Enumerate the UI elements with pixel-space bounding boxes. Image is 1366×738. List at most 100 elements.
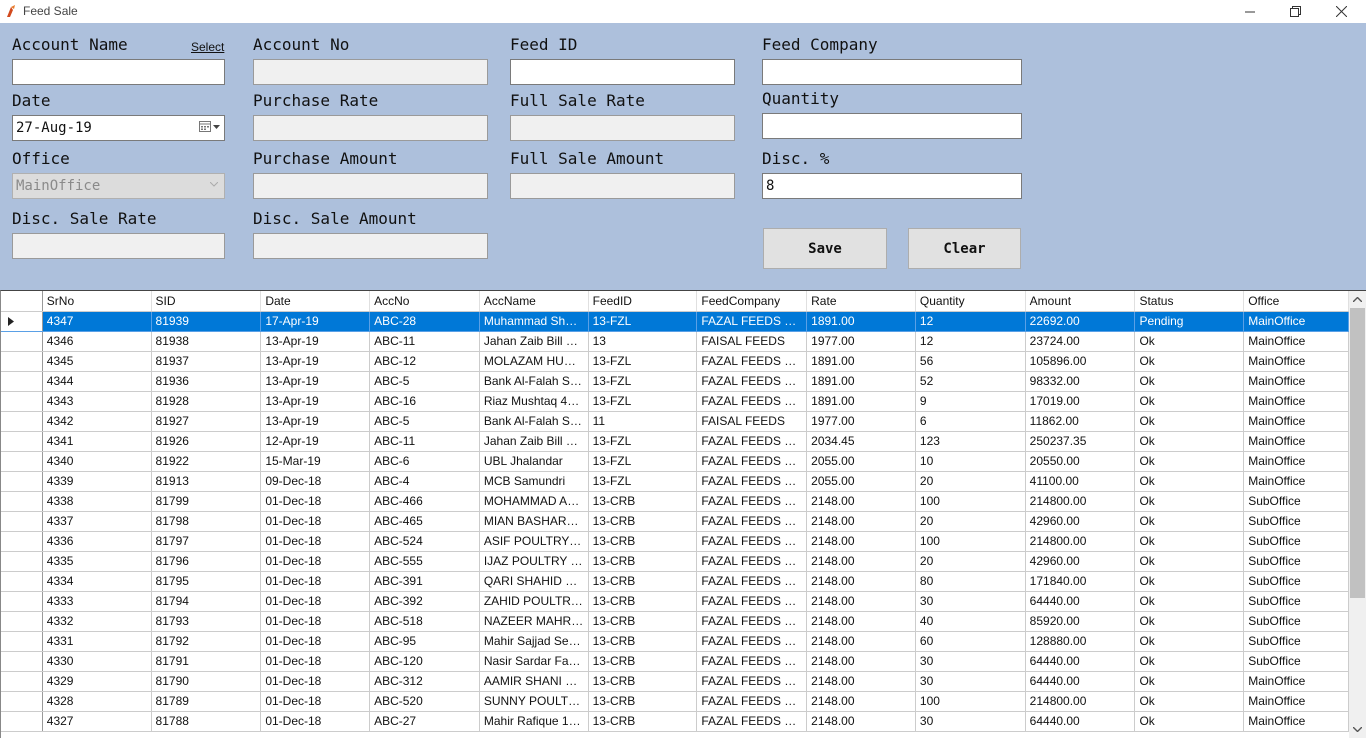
cell-date[interactable]: 01-Dec-18 [260,491,371,512]
cell-accname[interactable]: Nasir Sardar Farm ... [479,651,589,672]
cell-feedcompany[interactable]: FAZAL FEEDS SA... [696,491,808,512]
cell-feedcompany[interactable]: FAZAL FEEDS SA... [696,631,808,652]
cell-rate[interactable]: 2055.00 [806,471,916,492]
table-row[interactable]: 4345 81937 13-Apr-19 ABC-12 MOLAZAM HUSS... 1… [1,351,1349,372]
cell-status[interactable]: Ok [1134,591,1245,612]
cell-sid[interactable]: 81937 [151,351,262,372]
cell-feedid[interactable]: 13-CRB [588,571,698,592]
cell-rate[interactable]: 2148.00 [806,591,916,612]
row-header[interactable] [1,691,43,712]
row-header[interactable] [1,651,43,672]
row-header[interactable] [1,471,43,492]
cell-feedid[interactable]: 11 [588,411,698,432]
cell-amount[interactable]: 17019.00 [1025,391,1136,412]
cell-quantity[interactable]: 9 [915,391,1026,412]
cell-feedid[interactable]: 13-CRB [588,711,698,732]
cell-feedid[interactable]: 13-FZL [588,431,698,452]
row-header[interactable] [1,411,43,432]
cell-srno[interactable]: 4334 [42,571,152,592]
cell-feedid[interactable]: 13-CRB [588,531,698,552]
cell-quantity[interactable]: 12 [915,331,1026,352]
cell-accno[interactable]: ABC-312 [369,671,480,692]
cell-srno[interactable]: 4337 [42,511,152,532]
cell-feedcompany[interactable]: FAZAL FEEDS SA... [696,591,808,612]
cell-amount[interactable]: 22692.00 [1025,311,1136,332]
cell-status[interactable]: Ok [1134,691,1245,712]
feed-id-input[interactable] [510,59,735,85]
cell-sid[interactable]: 81793 [151,611,262,632]
cell-rate[interactable]: 2148.00 [806,711,916,732]
row-header[interactable] [1,531,43,552]
cell-accname[interactable]: Mahir Sajjad Seem... [479,631,589,652]
cell-amount[interactable]: 128880.00 [1025,631,1136,652]
scroll-down-button[interactable] [1349,721,1366,738]
cell-feedcompany[interactable]: FAZAL FEEDS SA... [696,711,808,732]
table-row[interactable]: 4338 81799 01-Dec-18 ABC-466 MOHAMMAD ASIF..… [1,491,1349,512]
cell-quantity[interactable]: 40 [915,611,1026,632]
column-header-rate[interactable]: Rate [806,291,916,312]
cell-office[interactable]: SubOffice [1243,651,1349,672]
table-row[interactable]: 4337 81798 01-Dec-18 ABC-465 MIAN BASHARAT .… [1,511,1349,532]
row-header[interactable] [1,451,43,472]
table-row[interactable]: 4330 81791 01-Dec-18 ABC-120 Nasir Sardar Fa… [1,651,1349,672]
cell-sid[interactable]: 81927 [151,411,262,432]
cell-accname[interactable]: Bank Al-Falah Sam... [479,371,589,392]
cell-accno[interactable]: ABC-120 [369,651,480,672]
cell-quantity[interactable]: 100 [915,491,1026,512]
column-header-office[interactable]: Office [1243,291,1349,312]
cell-srno[interactable]: 4340 [42,451,152,472]
cell-srno[interactable]: 4335 [42,551,152,572]
cell-date[interactable]: 01-Dec-18 [260,551,371,572]
cell-accno[interactable]: ABC-11 [369,331,480,352]
cell-feedcompany[interactable]: FAZAL FEEDS SA... [696,531,808,552]
cell-date[interactable]: 01-Dec-18 [260,691,371,712]
cell-amount[interactable]: 20550.00 [1025,451,1136,472]
cell-sid[interactable]: 81795 [151,571,262,592]
cell-rate[interactable]: 2148.00 [806,691,916,712]
column-header-amount[interactable]: Amount [1025,291,1136,312]
cell-office[interactable]: MainOffice [1243,331,1349,352]
cell-accno[interactable]: ABC-555 [369,551,480,572]
row-header[interactable] [1,711,43,732]
cell-accno[interactable]: ABC-391 [369,571,480,592]
cell-date[interactable]: 13-Apr-19 [260,411,371,432]
cell-srno[interactable]: 4338 [42,491,152,512]
cell-accname[interactable]: Bank Al-Falah Sam... [479,411,589,432]
cell-quantity[interactable]: 12 [915,311,1026,332]
cell-quantity[interactable]: 30 [915,711,1026,732]
cell-accno[interactable]: ABC-27 [369,711,480,732]
table-row[interactable]: 4333 81794 01-Dec-18 ABC-392 ZAHID POULTRY .… [1,591,1349,612]
cell-sid[interactable]: 81792 [151,631,262,652]
cell-accno[interactable]: ABC-524 [369,531,480,552]
cell-sid[interactable]: 81926 [151,431,262,452]
table-row[interactable]: 4341 81926 12-Apr-19 ABC-11 Jahan Zaib Bill … [1,431,1349,452]
column-header-feedcompany[interactable]: FeedCompany [696,291,808,312]
cell-feedcompany[interactable]: FAZAL FEEDS SA... [696,451,808,472]
cell-accno[interactable]: ABC-520 [369,691,480,712]
table-row[interactable]: 4332 81793 01-Dec-18 ABC-518 NAZEER MAHR P..… [1,611,1349,632]
cell-office[interactable]: MainOffice [1243,311,1349,332]
cell-date[interactable]: 01-Dec-18 [260,591,371,612]
cell-date[interactable]: 13-Apr-19 [260,351,371,372]
cell-accname[interactable]: QARI SHAHID PO... [479,571,589,592]
cell-srno[interactable]: 4343 [42,391,152,412]
disc-pct-input[interactable]: 8 [762,173,1022,199]
cell-rate[interactable]: 1891.00 [806,371,916,392]
quantity-input[interactable] [762,113,1022,139]
table-row[interactable]: 4344 81936 13-Apr-19 ABC-5 Bank Al-Falah Sam… [1,371,1349,392]
column-header-accname[interactable]: AccName [479,291,589,312]
cell-feedid[interactable]: 13-CRB [588,671,698,692]
cell-srno[interactable]: 4347 [42,311,152,332]
cell-feedid[interactable]: 13-CRB [588,631,698,652]
close-button[interactable] [1318,0,1364,23]
cell-feedid[interactable]: 13 [588,331,698,352]
row-header[interactable] [1,551,43,572]
cell-date[interactable]: 09-Dec-18 [260,471,371,492]
cell-office[interactable]: SubOffice [1243,511,1349,532]
cell-feedcompany[interactable]: FAZAL FEEDS SA... [696,311,808,332]
cell-amount[interactable]: 42960.00 [1025,511,1136,532]
cell-feedcompany[interactable]: FAZAL FEEDS SA... [696,551,808,572]
cell-feedid[interactable]: 13-CRB [588,511,698,532]
cell-amount[interactable]: 250237.35 [1025,431,1136,452]
cell-rate[interactable]: 2034.45 [806,431,916,452]
